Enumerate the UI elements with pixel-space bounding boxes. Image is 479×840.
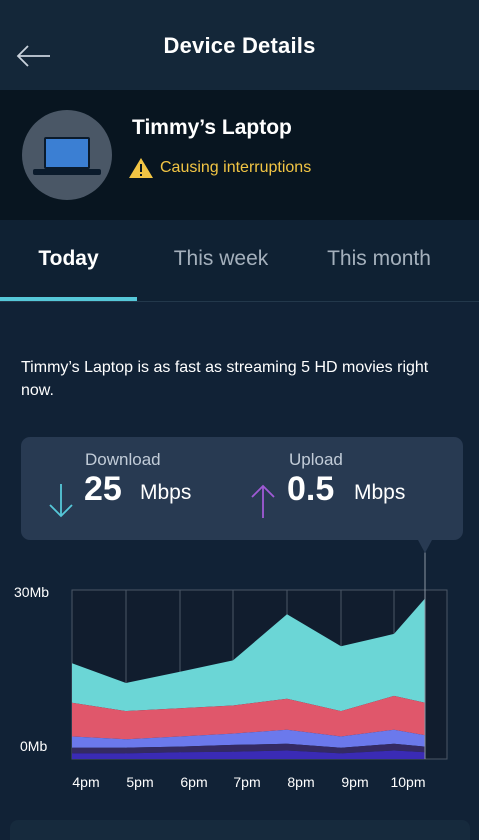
upload-value: 0.5 — [287, 470, 335, 508]
laptop-icon — [33, 137, 101, 175]
usage-chart — [71, 540, 448, 760]
tab-today[interactable]: Today — [0, 218, 137, 300]
x-tick-label: 5pm — [126, 774, 154, 790]
tab-this-week[interactable]: This week — [150, 218, 292, 300]
download-value: 25 — [84, 470, 122, 508]
download-label: Download — [85, 450, 161, 469]
arrow-up-icon — [251, 484, 275, 518]
tab-this-month[interactable]: This month — [310, 218, 448, 300]
x-tick-label: 10pm — [390, 774, 426, 790]
x-tick-label: 6pm — [180, 774, 208, 790]
speed-summary-card: Download 25 Mbps Upload 0.5 Mbps — [21, 437, 463, 540]
page-title: Device Details — [163, 33, 316, 58]
arrow-down-icon — [49, 484, 73, 518]
device-card — [0, 90, 479, 220]
current-time-pointer — [418, 540, 432, 553]
download-unit: Mbps — [140, 481, 192, 504]
x-tick-label: 9pm — [341, 774, 369, 790]
x-tick-label: 4pm — [72, 774, 100, 790]
speed-description: Timmy’s Laptop is as fast as streaming 5… — [21, 359, 429, 399]
device-status: Causing interruptions — [128, 156, 311, 180]
device-name: Timmy’s Laptop — [132, 116, 292, 139]
x-tick-label: 7pm — [233, 774, 261, 790]
device-avatar — [22, 110, 112, 200]
x-tick-label: 8pm — [287, 774, 315, 790]
upload-label: Upload — [289, 450, 343, 469]
active-tab-indicator — [0, 297, 137, 301]
period-tabs: Today This week This month — [0, 220, 479, 302]
upload-unit: Mbps — [354, 481, 406, 504]
bottom-panel — [10, 820, 470, 840]
header-bar: Device Details — [0, 0, 479, 90]
status-text: Causing interruptions — [160, 159, 312, 176]
warning-icon — [129, 158, 153, 178]
